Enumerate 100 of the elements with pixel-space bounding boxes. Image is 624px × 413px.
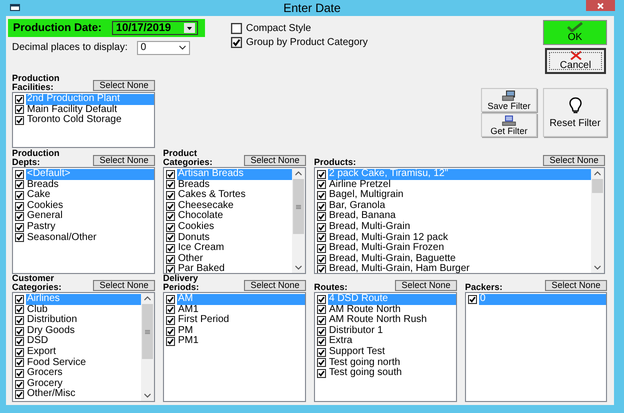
list-item[interactable]: PM1 <box>177 336 305 347</box>
checkbox[interactable] <box>15 190 24 200</box>
checkbox[interactable] <box>166 233 175 242</box>
list-item[interactable]: Donuts <box>177 232 292 244</box>
list-item[interactable]: Distributor 1 <box>328 326 456 336</box>
checkbox[interactable] <box>15 305 24 314</box>
checkbox[interactable] <box>166 180 175 190</box>
scrollbar[interactable] <box>292 168 305 273</box>
list-item[interactable]: General <box>26 211 154 222</box>
scrollbar[interactable] <box>141 293 154 401</box>
checkbox[interactable] <box>166 294 175 304</box>
checkbox[interactable] <box>317 222 326 232</box>
cancel-button[interactable]: Cancel <box>545 48 606 74</box>
checkbox[interactable] <box>317 316 326 325</box>
checkbox[interactable] <box>468 294 477 304</box>
select-none-button[interactable]: Select None <box>93 80 155 91</box>
list-item[interactable]: AM Route North Rush <box>328 315 456 326</box>
checkbox[interactable] <box>15 94 24 104</box>
checkbox[interactable] <box>317 202 326 211</box>
list-item[interactable]: First Period <box>177 315 305 326</box>
list-item[interactable]: Grocers <box>26 368 141 379</box>
checkbox[interactable] <box>15 170 24 179</box>
list-item[interactable]: AM Route North <box>328 304 456 316</box>
checkbox[interactable] <box>15 202 24 211</box>
list-item[interactable]: Bread, Multi-Grain, Baguette <box>328 254 591 264</box>
select-none-button[interactable]: Select None <box>244 280 306 291</box>
checkbox[interactable] <box>317 170 326 179</box>
save-filter-button[interactable]: Save Filter <box>481 88 537 112</box>
checkbox[interactable] <box>317 305 326 314</box>
checkbox[interactable] <box>166 254 175 264</box>
list-item[interactable]: Airline Pretzel <box>328 180 591 190</box>
checkbox[interactable] <box>317 294 326 304</box>
list-item[interactable]: Bread, Multi-Grain <box>328 222 591 233</box>
list-item[interactable]: Ice Cream <box>177 243 292 254</box>
list-item[interactable]: Dry Goods <box>26 326 141 336</box>
decimal-places-dropdown[interactable]: 0 <box>136 40 190 54</box>
checkbox[interactable] <box>317 254 326 264</box>
list-item[interactable]: DSD <box>26 336 141 347</box>
checkbox[interactable] <box>166 170 175 179</box>
checkbox[interactable] <box>15 380 24 389</box>
checkbox[interactable] <box>317 265 326 273</box>
checkbox[interactable] <box>317 190 326 200</box>
ok-button[interactable]: OK <box>543 20 607 45</box>
checkbox[interactable] <box>166 190 175 200</box>
checkbox[interactable] <box>317 180 326 190</box>
checkbox[interactable] <box>15 180 24 190</box>
list-item[interactable]: Par Baked <box>177 264 292 273</box>
list-item[interactable]: Cake <box>26 190 154 201</box>
select-none-button[interactable]: Select None <box>244 155 306 166</box>
checkbox[interactable] <box>15 368 24 378</box>
list-item[interactable]: Bagel, Multigrain <box>328 190 591 201</box>
get-filter-button[interactable]: Get Filter <box>481 113 537 137</box>
checkbox[interactable] <box>317 337 326 346</box>
checkbox[interactable] <box>231 23 242 34</box>
checkbox[interactable] <box>15 316 24 325</box>
checkbox[interactable] <box>166 326 175 336</box>
checkbox[interactable] <box>15 222 24 232</box>
checkbox[interactable] <box>15 105 24 114</box>
list-item[interactable]: Bar, Granola <box>328 200 591 212</box>
list-item[interactable]: Main Facility Default <box>26 104 154 116</box>
list-item[interactable]: Cakes & Tortes <box>177 190 292 201</box>
checkbox[interactable] <box>166 222 175 232</box>
scrollbar[interactable] <box>591 168 604 273</box>
checkbox[interactable] <box>166 337 175 346</box>
list-item[interactable]: Breads <box>26 180 154 190</box>
list-item[interactable]: Other/Misc <box>26 389 141 400</box>
checkbox[interactable] <box>15 337 24 346</box>
checkbox[interactable] <box>317 358 326 368</box>
checkbox[interactable] <box>317 326 326 336</box>
close-button[interactable] <box>586 0 615 11</box>
checkbox[interactable] <box>166 212 175 222</box>
checkbox[interactable] <box>15 358 24 368</box>
list-item[interactable]: PM <box>177 326 305 336</box>
checkbox[interactable] <box>231 37 242 48</box>
list-item[interactable]: Support Test <box>328 346 456 358</box>
checkbox[interactable] <box>166 316 175 325</box>
checkbox[interactable] <box>15 294 24 304</box>
select-none-button[interactable]: Select None <box>543 155 605 166</box>
list-item[interactable]: Bread, Banana <box>328 211 591 222</box>
reset-filter-button[interactable]: Reset Filter <box>543 88 607 137</box>
select-none-button[interactable]: Select None <box>93 280 155 291</box>
list-item[interactable]: Distribution <box>26 315 141 326</box>
scroll-thumb[interactable] <box>293 179 304 234</box>
list-item[interactable]: Food Service <box>26 358 141 368</box>
scroll-thumb[interactable] <box>142 304 153 359</box>
list-item[interactable]: Other <box>177 254 292 264</box>
checkbox[interactable] <box>317 212 326 222</box>
list-item[interactable]: Bread, Multi-Grain, Ham Burger <box>328 264 591 273</box>
checkbox[interactable] <box>166 202 175 211</box>
list-item[interactable]: Bread, Multi-Grain 12 pack <box>328 232 591 244</box>
checkbox[interactable] <box>15 233 24 242</box>
select-none-button[interactable]: Select None <box>93 155 155 166</box>
date-dropdown[interactable]: 10/17/2019 <box>112 21 198 35</box>
list-item[interactable]: Chocolate <box>177 211 292 222</box>
list-item[interactable]: Pastry <box>26 222 154 233</box>
checkbox[interactable] <box>317 233 326 242</box>
list-item[interactable]: Cookies <box>177 222 292 233</box>
list-item[interactable]: Test going south <box>328 368 456 379</box>
checkbox[interactable] <box>317 368 326 378</box>
checkbox[interactable] <box>15 116 24 125</box>
